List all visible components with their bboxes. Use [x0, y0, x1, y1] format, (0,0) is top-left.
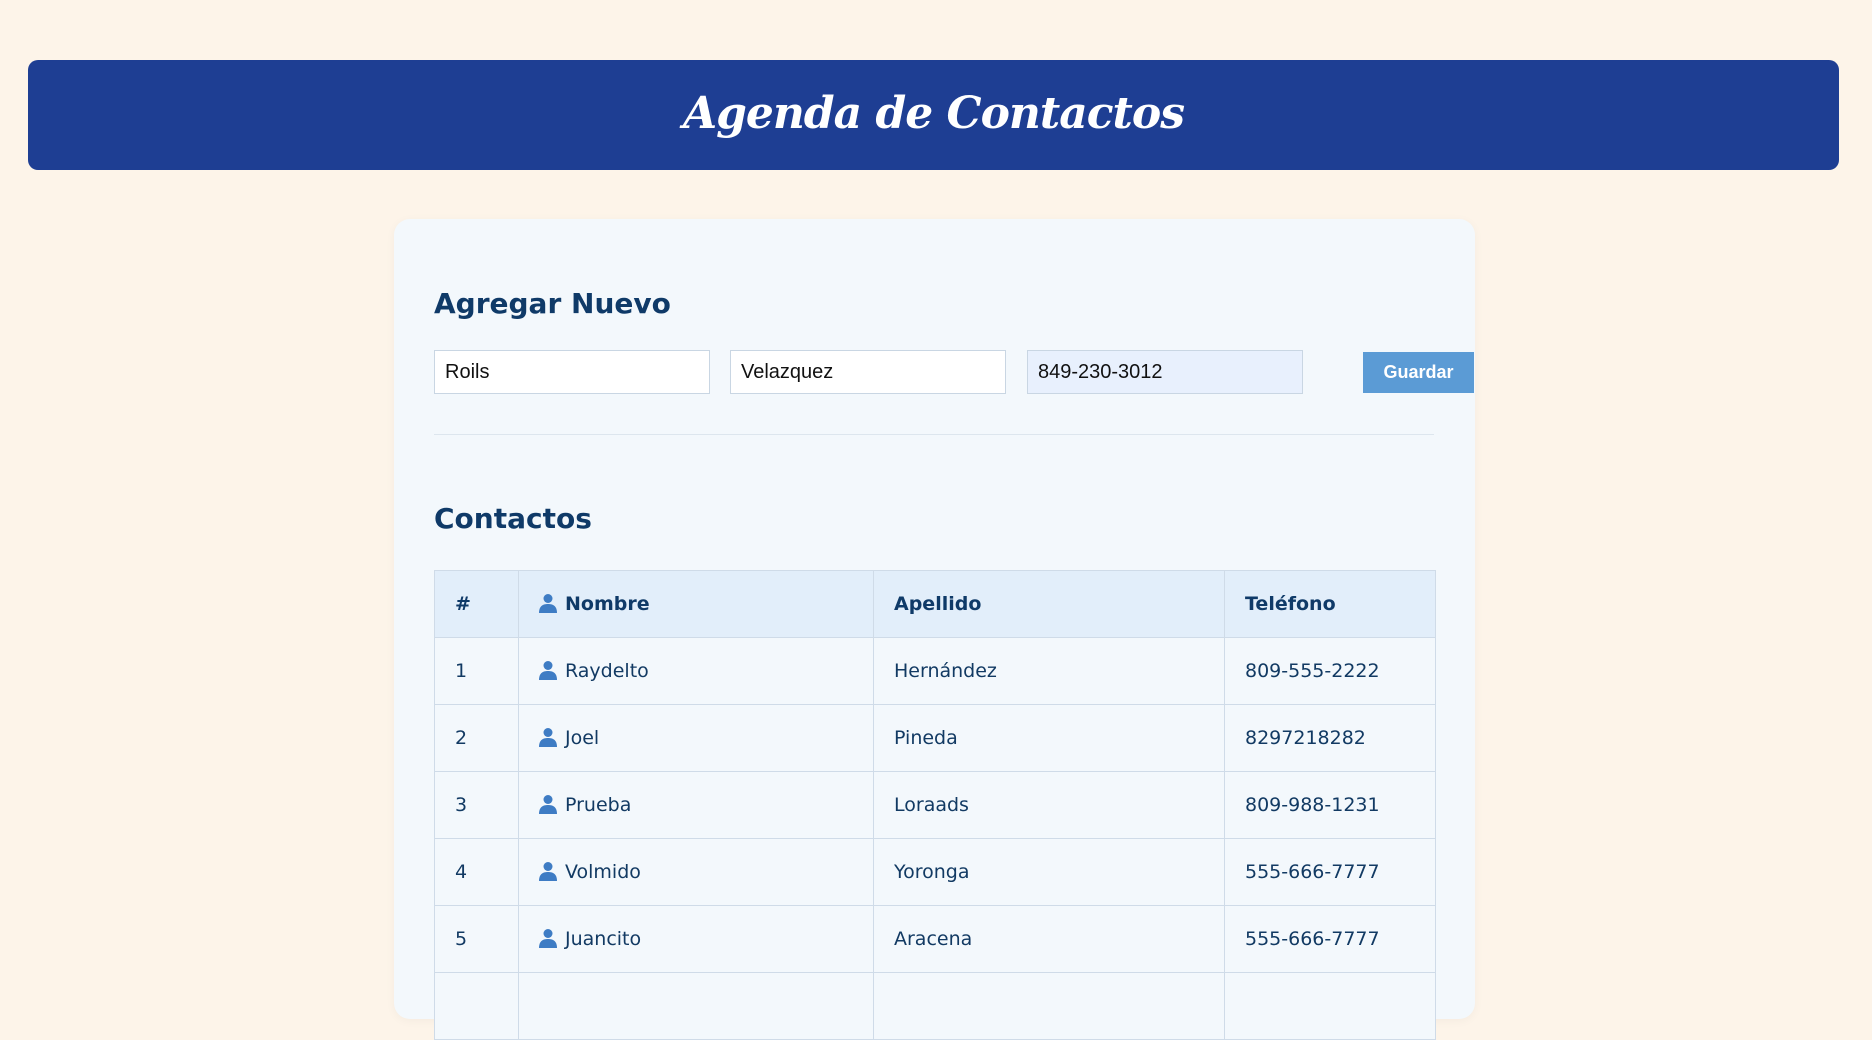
cell-last-name: Yoronga [873, 838, 1225, 906]
cell-phone: 809-988-1231 [1224, 771, 1436, 839]
person-icon [539, 861, 557, 881]
cell-name-text: Joel [565, 727, 600, 749]
cell-last-name: Aracena [873, 905, 1225, 973]
last-name-input[interactable] [730, 350, 1006, 394]
cell-name: Juancito [518, 905, 874, 973]
add-contact-form: Guardar [434, 350, 1474, 394]
cell-number: 3 [434, 771, 519, 839]
cell-number [434, 972, 519, 1040]
contacts-table: # Nombre Apellido Teléfono 1 Raydelto He… [434, 570, 1436, 1040]
table-row: 4 Volmido Yoronga 555-666-7777 [434, 838, 1436, 906]
phone-input[interactable] [1027, 350, 1303, 394]
first-name-input[interactable] [434, 350, 710, 394]
save-button[interactable]: Guardar [1363, 352, 1474, 393]
table-header-row: # Nombre Apellido Teléfono [434, 570, 1436, 638]
section-divider [434, 434, 1434, 435]
cell-number: 5 [434, 905, 519, 973]
page-title: Agenda de Contactos [683, 87, 1185, 139]
add-section-title: Agregar Nuevo [434, 287, 671, 320]
column-header-last-name: Apellido [873, 570, 1225, 638]
cell-name [518, 972, 874, 1040]
cell-name: Raydelto [518, 637, 874, 705]
cell-last-name: Loraads [873, 771, 1225, 839]
table-row: 2 Joel Pineda 8297218282 [434, 704, 1436, 772]
person-icon [539, 794, 557, 814]
cell-name-text: Volmido [565, 861, 641, 883]
cell-phone [1224, 972, 1436, 1040]
table-row: 3 Prueba Loraads 809-988-1231 [434, 771, 1436, 839]
cell-last-name: Hernández [873, 637, 1225, 705]
person-icon [539, 928, 557, 948]
contacts-section-title: Contactos [434, 502, 592, 535]
cell-last-name [873, 972, 1225, 1040]
cell-number: 2 [434, 704, 519, 772]
cell-number: 4 [434, 838, 519, 906]
column-header-name: Nombre [518, 570, 874, 638]
column-header-name-label: Nombre [565, 593, 650, 615]
cell-name: Volmido [518, 838, 874, 906]
table-row: 5 Juancito Aracena 555-666-7777 [434, 905, 1436, 973]
table-row-partial [434, 972, 1436, 1040]
column-header-number: # [434, 570, 519, 638]
cell-phone: 555-666-7777 [1224, 905, 1436, 973]
column-header-phone: Teléfono [1224, 570, 1436, 638]
person-icon [539, 660, 557, 680]
cell-last-name: Pineda [873, 704, 1225, 772]
cell-name-text: Raydelto [565, 660, 649, 682]
cell-name: Joel [518, 704, 874, 772]
cell-name-text: Juancito [565, 928, 642, 950]
cell-phone: 555-666-7777 [1224, 838, 1436, 906]
page-header: Agenda de Contactos [28, 60, 1839, 170]
cell-number: 1 [434, 637, 519, 705]
cell-name: Prueba [518, 771, 874, 839]
cell-name-text: Prueba [565, 794, 632, 816]
person-icon [539, 593, 557, 613]
person-icon [539, 727, 557, 747]
cell-phone: 8297218282 [1224, 704, 1436, 772]
cell-phone: 809-555-2222 [1224, 637, 1436, 705]
table-row: 1 Raydelto Hernández 809-555-2222 [434, 637, 1436, 705]
main-card: Agregar Nuevo Guardar Contactos # Nombre… [394, 219, 1475, 1040]
